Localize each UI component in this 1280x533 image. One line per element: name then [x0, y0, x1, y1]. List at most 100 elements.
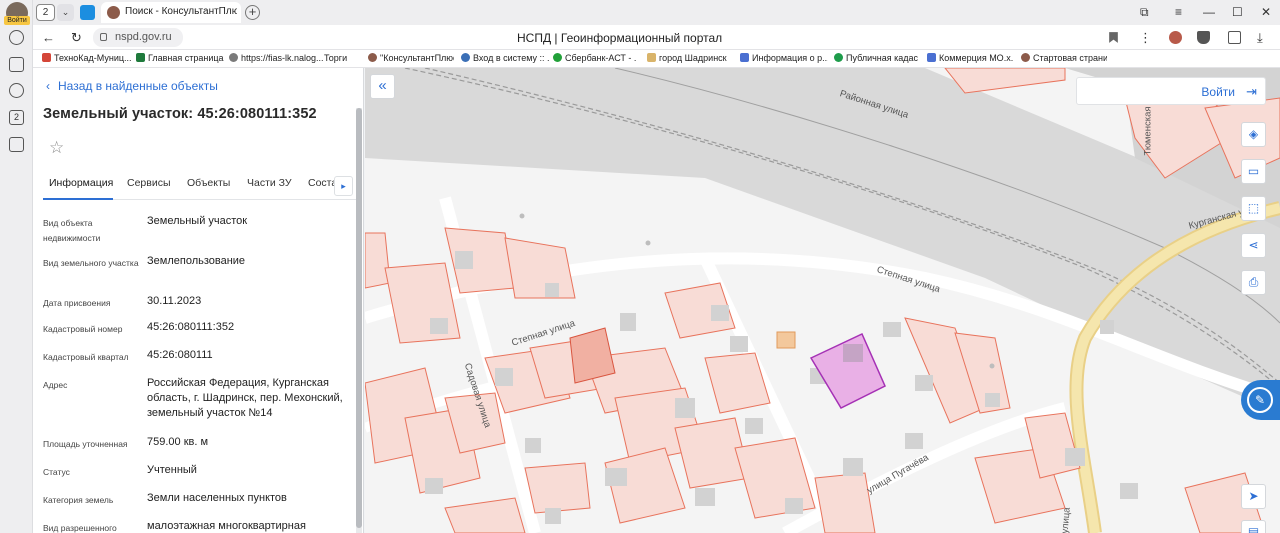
sberbank-icon: [553, 53, 562, 62]
reload-icon[interactable]: ↻: [71, 30, 82, 46]
bookmark-item[interactable]: "КонсультантПлюс": [368, 53, 454, 63]
attribute-value: 30.11.2023: [147, 295, 202, 307]
bookmark-item[interactable]: ТехноКад-Муниц...: [42, 53, 134, 63]
collapse-panel-button[interactable]: «: [370, 74, 395, 99]
street-label: улица: [1059, 506, 1073, 533]
scrollbar-thumb[interactable]: [356, 108, 362, 528]
print-button[interactable]: ⎙: [1241, 270, 1266, 295]
building: [430, 318, 448, 334]
attribute-value: 759.00 кв. м: [147, 436, 209, 448]
map-canvas[interactable]: Районная улица Степная улица Степная ули…: [365, 68, 1280, 533]
attribute-key: Кадастровый номер: [43, 324, 123, 334]
tab-objects[interactable]: Объекты: [187, 177, 230, 189]
globe-icon: [229, 53, 238, 62]
attribute-key: Статус: [43, 467, 70, 477]
profile-login-label[interactable]: Войти: [4, 16, 30, 25]
menu-icon[interactable]: ≡: [1175, 5, 1182, 19]
attribute-key: Площадь уточненная: [43, 439, 128, 449]
url-field[interactable]: nspd.gov.ru: [93, 28, 183, 47]
extension-icon[interactable]: [1169, 31, 1182, 44]
bookmark-item[interactable]: Сбербанк-АСТ - ...: [553, 53, 637, 63]
attribute-value: малоэтажная многоквартирная: [147, 520, 306, 532]
object-info-panel: ‹ Назад в найденные объекты Земельный уча…: [33, 68, 364, 533]
shield-icon[interactable]: [1197, 31, 1210, 44]
back-arrow-icon[interactable]: ←: [42, 30, 55, 45]
bookmark-item[interactable]: город Шадринск: [647, 53, 731, 63]
tab-information[interactable]: Информация: [49, 177, 113, 189]
login-icon: [461, 53, 470, 62]
screenshot-icon[interactable]: [9, 137, 24, 152]
building: [545, 508, 561, 524]
tab-services[interactable]: Сервисы: [127, 177, 171, 189]
play-icon[interactable]: [9, 83, 24, 98]
tab-composition[interactable]: Соста: [308, 177, 334, 189]
attribute-value: Землепользование: [147, 255, 246, 267]
login-button[interactable]: Войти ⇥: [1076, 77, 1266, 105]
tab-parts[interactable]: Части ЗУ: [247, 177, 292, 189]
attribute-value: 45:26:080111:352: [147, 321, 235, 333]
building: [843, 344, 863, 362]
bookmark-item[interactable]: Вход в систему :: ...: [461, 53, 549, 63]
tab-counter[interactable]: 2: [36, 4, 55, 21]
url-text: nspd.gov.ru: [115, 31, 172, 43]
locate-button[interactable]: ➤: [1241, 484, 1266, 509]
bookmarks-icon[interactable]: ⧉: [1140, 5, 1149, 20]
close-icon[interactable]: ✕: [1261, 5, 1271, 19]
minimize-icon[interactable]: —: [1203, 5, 1215, 19]
check-icon: [834, 53, 843, 62]
building: [711, 305, 729, 321]
help-chat-button[interactable]: ✎: [1241, 380, 1280, 420]
building: [695, 488, 715, 506]
panel-scrollbar[interactable]: [356, 108, 362, 533]
gmail-icon: [42, 53, 51, 62]
layers-button[interactable]: ◈: [1241, 122, 1266, 147]
back-to-results-link[interactable]: ‹ Назад в найденные объекты: [46, 79, 218, 93]
chevron-down-icon[interactable]: ⌄: [57, 4, 74, 21]
attribute-key: Кадастровый квартал: [43, 352, 129, 362]
address-bar: ← ↻ nspd.gov.ru НСПД | Геоинформационный…: [33, 25, 1280, 50]
bookmark-item[interactable]: Коммерция МО.х...: [927, 53, 1013, 63]
new-tab-button[interactable]: +: [245, 5, 260, 20]
history-icon[interactable]: [9, 30, 24, 45]
feedback-button[interactable]: ▤: [1241, 520, 1266, 533]
maximize-icon[interactable]: ☐: [1232, 5, 1243, 19]
tab-active[interactable]: Поиск - КонсультантПлюс: [101, 2, 241, 23]
tabs-scroll-right-button[interactable]: ▸: [334, 176, 353, 196]
page-title: НСПД | Геоинформационный портал: [517, 31, 723, 45]
star-icon[interactable]: ☆: [49, 138, 64, 158]
building: [455, 251, 473, 269]
consultant-favicon-icon: [107, 6, 120, 19]
collections-icon[interactable]: [9, 57, 24, 72]
download-icon[interactable]: ⤓: [1257, 30, 1263, 46]
bookmark-item[interactable]: Торги: [324, 53, 364, 63]
share-icon[interactable]: [1228, 31, 1241, 44]
share-button[interactable]: ⋖: [1241, 233, 1266, 258]
tab-bar: 2 ⌄ Поиск - КонсультантПлюс + ⧉ ≡ — ☐ ✕: [33, 0, 1280, 25]
bookmark-icon[interactable]: [1107, 31, 1120, 44]
parcel: [524, 462, 591, 514]
info-tabs: Информация Сервисы Объекты Части ЗУ Сост…: [43, 174, 358, 200]
cube-icon: [927, 53, 936, 62]
building: [620, 313, 636, 331]
attribute-key: Вид земельного участка: [43, 258, 139, 268]
pinned-tab-icon[interactable]: [80, 5, 95, 20]
tabs-count-icon[interactable]: 2: [9, 110, 24, 125]
ruler-icon: ▭: [1247, 164, 1260, 178]
bookmark-item[interactable]: Главная страница: [136, 53, 224, 63]
building: [495, 368, 513, 386]
parcel: [944, 68, 1066, 94]
layers-icon: ◈: [1248, 127, 1259, 141]
object-title: Земельный участок: 45:26:080111:352: [43, 106, 317, 122]
measure-button[interactable]: ▭: [1241, 159, 1266, 184]
bookmark-item[interactable]: Стартовая страни...: [1021, 53, 1107, 63]
bookmark-item[interactable]: Информация о р...: [740, 53, 828, 63]
attribute-value: 45:26:080111: [147, 349, 213, 361]
attribute-value: Учтенный: [147, 464, 197, 476]
folder-icon: [647, 53, 656, 62]
bookmarks-bar: ТехноКад-Муниц... Главная страница https…: [33, 50, 1280, 68]
select-area-button[interactable]: ⬚: [1241, 196, 1266, 221]
browser-window: Войти 2 2 ⌄ Поиск - КонсультантПлюс + ⧉ …: [0, 0, 1280, 533]
parcel: [444, 497, 526, 533]
more-icon[interactable]: ⋮: [1139, 30, 1152, 46]
bookmark-item[interactable]: Публичная кадаст...: [834, 53, 918, 63]
